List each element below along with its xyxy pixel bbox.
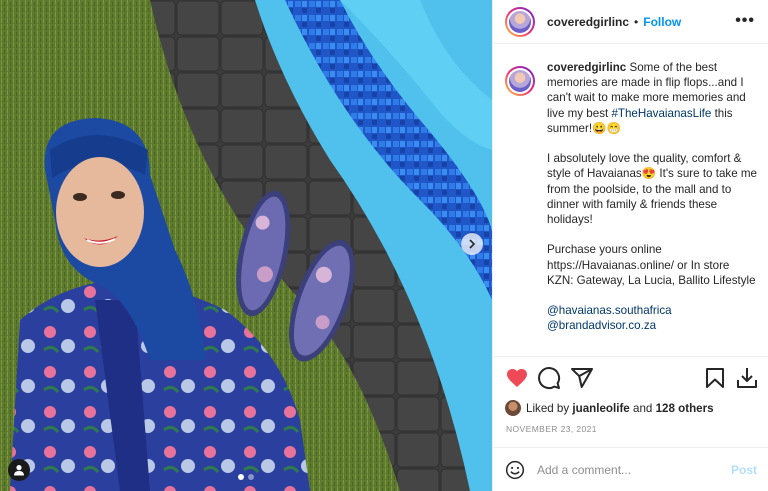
mention-link-brandadvisor[interactable]: @brandadvisor.co.za: [547, 319, 656, 332]
caption-username[interactable]: coveredgirlinc: [547, 61, 626, 74]
user-tag-icon: [14, 465, 24, 476]
liker-username[interactable]: juanleolife: [572, 402, 629, 415]
share-icon[interactable]: [570, 366, 594, 390]
likes-summary: Liked by juanleolife and 128 others: [505, 400, 714, 416]
carousel-dot: [248, 474, 254, 480]
comment-icon[interactable]: [537, 366, 561, 390]
likes-prefix: Liked by: [526, 401, 570, 415]
user-tags-button[interactable]: [8, 459, 30, 481]
next-slide-button[interactable]: [461, 233, 483, 255]
post-date[interactable]: NOVEMBER 23, 2021: [506, 424, 597, 434]
mention-link-havaianas[interactable]: @havaianas.southafrica: [547, 304, 672, 317]
author-avatar[interactable]: [505, 6, 535, 37]
post-comment-button[interactable]: Post: [731, 463, 757, 477]
post-photo[interactable]: [0, 0, 492, 491]
chevron-right-icon: [469, 239, 476, 249]
header-separator: •: [634, 14, 639, 29]
caption-p3: Purchase yours online https://Havaianas.…: [547, 243, 756, 287]
caption-avatar[interactable]: [505, 66, 535, 96]
carousel-dots: [238, 474, 254, 480]
liker-avatar[interactable]: [505, 400, 521, 416]
author-username[interactable]: coveredgirlinc: [547, 15, 629, 29]
carousel-dot-active: [238, 474, 244, 480]
action-bar: [493, 356, 768, 396]
caption-area: coveredgirlinc Some of the best memories…: [493, 44, 768, 354]
bookmark-icon[interactable]: [703, 366, 727, 390]
hashtag-link[interactable]: #TheHavaianasLife: [611, 107, 711, 120]
more-options-button[interactable]: •••: [735, 12, 755, 30]
comment-box: Post: [493, 447, 768, 491]
caption-p2: I absolutely love the quality, comfort &…: [547, 152, 757, 227]
heart-icon[interactable]: [505, 366, 529, 390]
post-header: coveredgirlinc • Follow •••: [493, 0, 768, 44]
post-side-panel: coveredgirlinc • Follow ••• coveredgirli…: [492, 0, 768, 491]
likes-middle: and: [633, 401, 653, 415]
caption-text: coveredgirlinc Some of the best memories…: [547, 60, 757, 354]
emoji-icon[interactable]: [505, 460, 525, 480]
comment-input[interactable]: [537, 462, 717, 477]
download-icon[interactable]: [735, 366, 759, 390]
photo-scene: [0, 0, 492, 491]
likes-others-link[interactable]: 128 others: [656, 402, 714, 415]
follow-button[interactable]: Follow: [643, 15, 681, 29]
